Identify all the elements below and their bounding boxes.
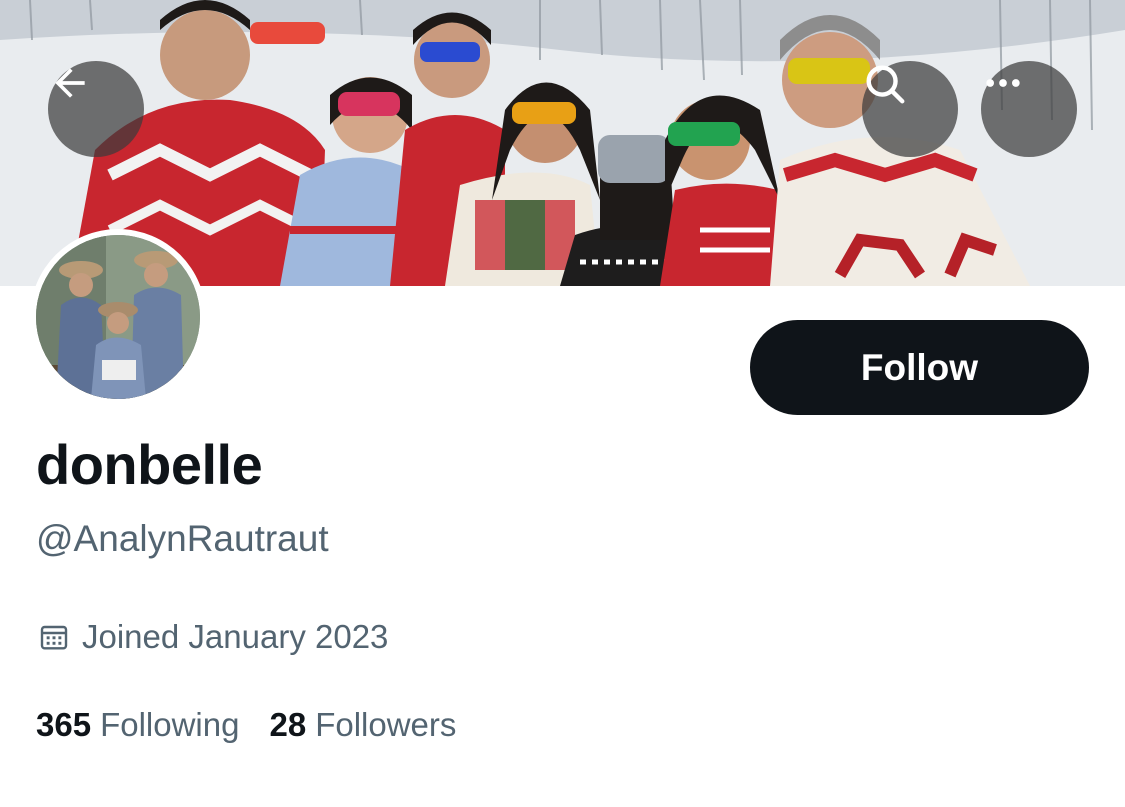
back-button[interactable] xyxy=(48,61,144,157)
followers-label: Followers xyxy=(315,706,457,743)
following-label: Following xyxy=(100,706,240,743)
username-handle: @AnalynRautraut xyxy=(36,518,329,559)
profile-page: Follow donbelle @AnalynRautraut Joined J… xyxy=(0,0,1125,807)
followers-link[interactable]: 28 Followers xyxy=(269,706,456,744)
follow-button[interactable]: Follow xyxy=(750,320,1089,415)
more-options-button[interactable] xyxy=(981,61,1077,157)
follow-stats: 365 Following 28 Followers xyxy=(36,706,456,744)
more-dots-icon xyxy=(986,79,1020,87)
avatar[interactable] xyxy=(30,229,206,405)
following-count: 365 xyxy=(36,706,92,743)
joined-date: Joined January 2023 xyxy=(38,618,388,656)
display-name: donbelle xyxy=(36,433,263,496)
following-link[interactable]: 365 Following xyxy=(36,706,239,744)
followers-count: 28 xyxy=(269,706,307,743)
banner-photo xyxy=(0,0,1125,286)
calendar-icon xyxy=(40,625,68,650)
avatar-photo xyxy=(36,235,200,399)
profile-banner[interactable] xyxy=(0,0,1125,286)
search-icon xyxy=(866,65,905,104)
search-button[interactable] xyxy=(862,61,958,157)
joined-label: Joined January 2023 xyxy=(82,618,389,655)
arrow-left-icon xyxy=(55,68,85,98)
